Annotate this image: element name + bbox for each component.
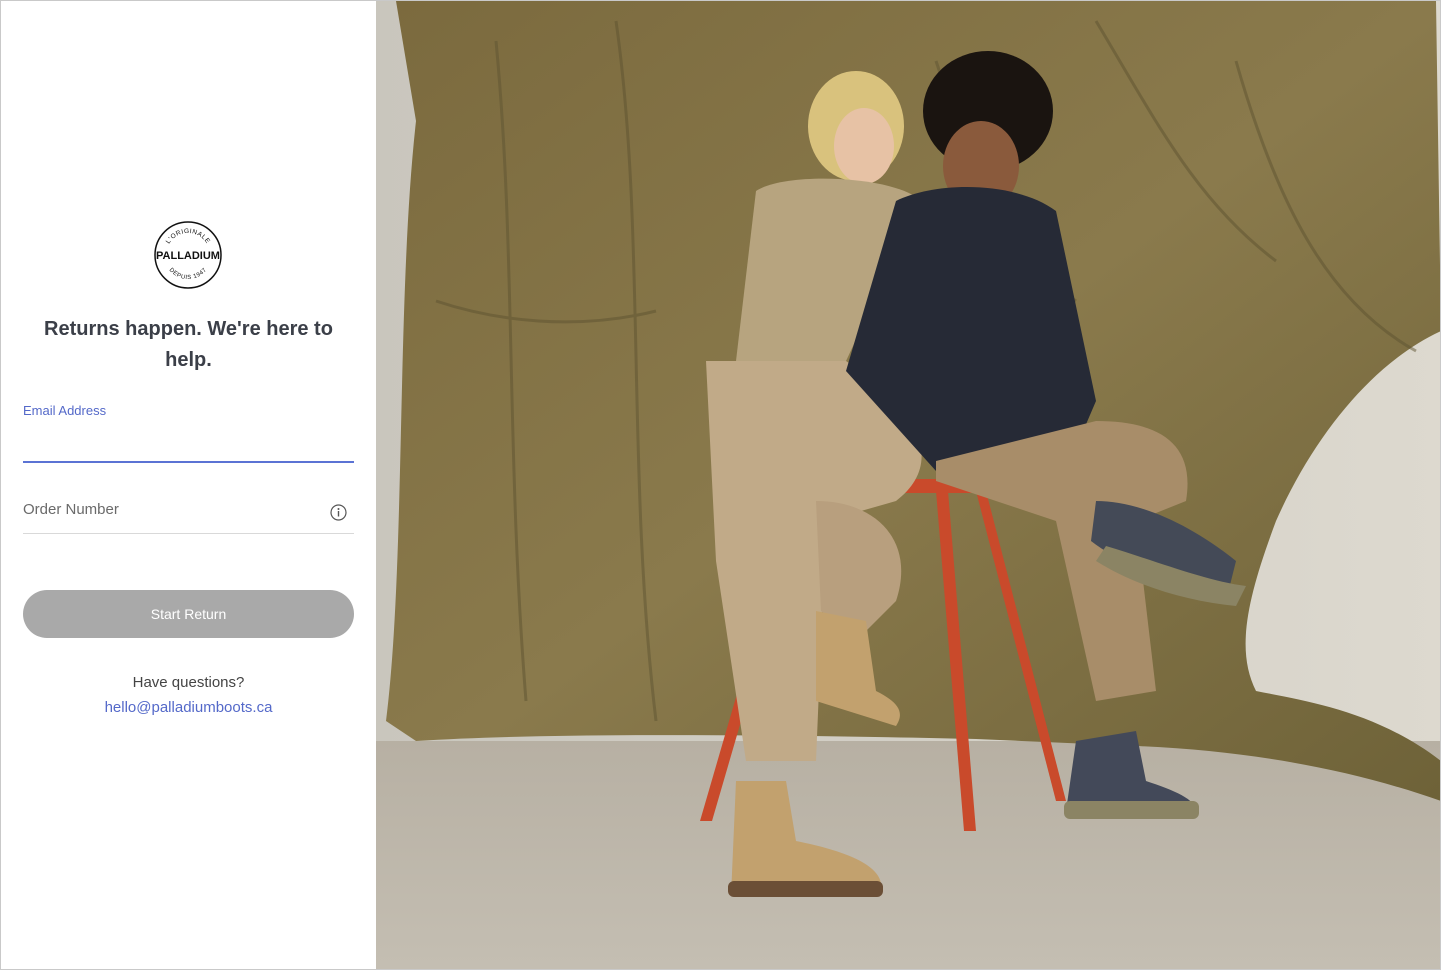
email-input[interactable] xyxy=(23,429,354,455)
returns-page: L'ORIGINALE PALLADIUM DEPUIS 1947 Return… xyxy=(0,0,1441,970)
support-email-link[interactable]: hello@palladiumboots.ca xyxy=(23,698,354,718)
order-number-field[interactable] xyxy=(23,489,354,534)
email-field[interactable]: Email Address xyxy=(23,403,354,463)
palladium-logo: L'ORIGINALE PALLADIUM DEPUIS 1947 xyxy=(154,221,222,289)
svg-text:PALLADIUM: PALLADIUM xyxy=(156,250,220,262)
order-number-input[interactable] xyxy=(23,497,313,521)
page-title: Returns happen. We're here to help. xyxy=(44,318,333,371)
help-question: Have questions? xyxy=(132,674,245,691)
returns-form-panel: L'ORIGINALE PALLADIUM DEPUIS 1947 Return… xyxy=(1,1,375,969)
start-return-button[interactable]: Start Return xyxy=(23,590,354,638)
info-icon[interactable] xyxy=(330,504,347,521)
hero-image xyxy=(376,1,1440,969)
email-label: Email Address xyxy=(23,403,107,418)
